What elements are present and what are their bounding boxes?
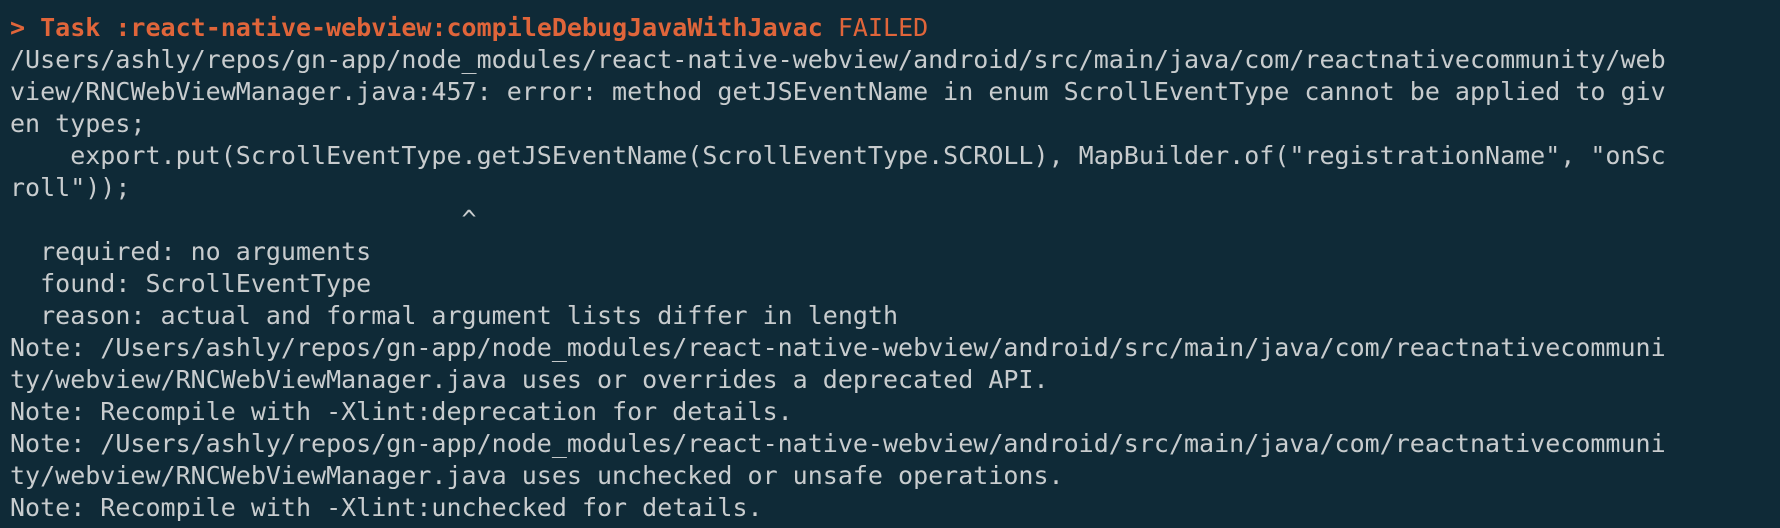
caret-marker-line: ^ [10, 205, 477, 234]
required-line: required: no arguments [10, 237, 372, 266]
code-line: roll")); [10, 173, 131, 202]
note-line: Note: /Users/ashly/repos/gn-app/node_mod… [10, 429, 1666, 458]
note-line: Note: Recompile with -Xlint:unchecked fo… [10, 493, 763, 522]
error-message-line: view/RNCWebViewManager.java:457: error: … [10, 77, 1666, 106]
error-message-line: en types; [10, 109, 146, 138]
prompt-symbol: > [10, 13, 26, 42]
note-line: ty/webview/RNCWebViewManager.java uses o… [10, 365, 1049, 394]
note-line: ty/webview/RNCWebViewManager.java uses u… [10, 461, 1064, 490]
code-line: export.put(ScrollEventType.getJSEventNam… [10, 141, 1666, 170]
terminal-output: > Task :react-native-webview:compileDebu… [0, 0, 1780, 528]
found-line: found: ScrollEventType [10, 269, 372, 298]
task-name: Task :react-native-webview:compileDebugJ… [40, 13, 823, 42]
reason-line: reason: actual and formal argument lists… [10, 301, 899, 330]
note-line: Note: Recompile with -Xlint:deprecation … [10, 397, 793, 426]
error-path-line: /Users/ashly/repos/gn-app/node_modules/r… [10, 45, 1666, 74]
task-failed-line: > Task :react-native-webview:compileDebu… [10, 12, 1780, 44]
note-line: Note: /Users/ashly/repos/gn-app/node_mod… [10, 333, 1666, 362]
failed-status: FAILED [837, 13, 929, 42]
